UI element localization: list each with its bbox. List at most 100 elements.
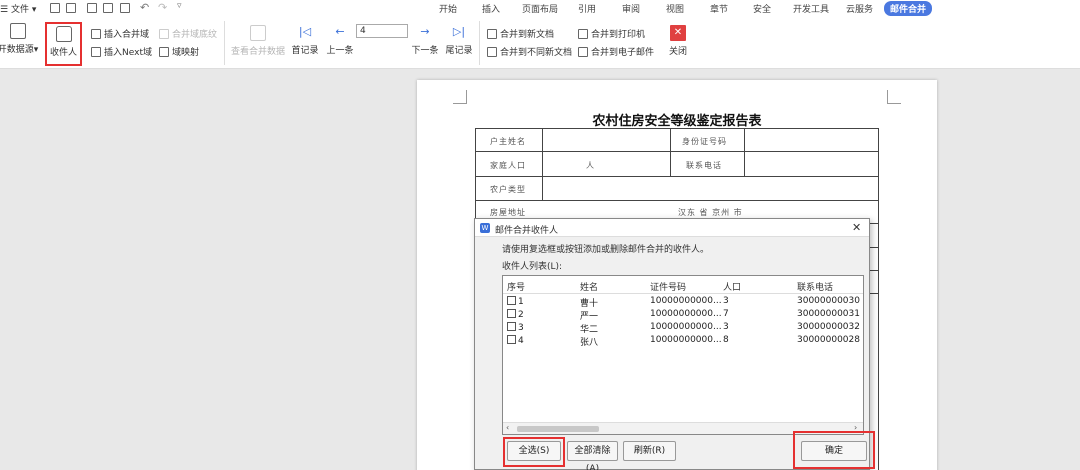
- insert-merge-field-label: 插入合并域: [104, 30, 150, 40]
- row-name: 张八: [580, 338, 599, 348]
- merge-to-new-document-button[interactable]: 合并到新文档: [487, 27, 554, 40]
- household-population-label: 家庭人口: [490, 161, 526, 170]
- dialog-close-icon[interactable]: ✕: [852, 221, 861, 234]
- recipient-row-checkbox[interactable]: 3: [507, 322, 524, 333]
- column-header-phone[interactable]: 联系电话: [797, 280, 833, 293]
- owner-name-label: 户主姓名: [490, 137, 526, 146]
- tab-security[interactable]: 安全: [753, 2, 771, 15]
- tab-sections[interactable]: 章节: [710, 2, 728, 15]
- row-id: 10000000000...: [650, 309, 722, 319]
- row-id: 10000000000...: [650, 296, 722, 306]
- tab-page-layout[interactable]: 页面布局: [522, 2, 558, 15]
- ribbon-separator: [224, 21, 225, 65]
- refresh-button[interactable]: 刷新(R): [623, 441, 676, 461]
- insert-next-field-button[interactable]: 插入Next域: [91, 45, 152, 58]
- row-population: 7: [723, 309, 729, 319]
- scroll-thumb[interactable]: [517, 426, 599, 432]
- recipient-row-checkbox[interactable]: 4: [507, 335, 524, 346]
- open-data-source-button[interactable]: 开数据源▾: [0, 23, 39, 55]
- checkbox[interactable]: [507, 309, 516, 318]
- address-value: 汉东 省 京州 市: [678, 208, 743, 217]
- row-name: 华二: [580, 325, 599, 335]
- tab-insert[interactable]: 插入: [482, 2, 500, 15]
- file-menu-label: 文件: [10, 5, 29, 15]
- print-icon[interactable]: [103, 3, 113, 13]
- row-phone: 30000000031: [797, 309, 860, 319]
- ok-button[interactable]: 确定: [801, 441, 867, 461]
- tab-home[interactable]: 开始: [439, 2, 457, 15]
- column-header-population[interactable]: 人口: [723, 280, 741, 293]
- recipient-list-label: 收件人列表(L):: [502, 262, 563, 272]
- dialog-title-bar: W 邮件合并收件人 ✕: [475, 219, 869, 237]
- recipient-row-checkbox[interactable]: 1: [507, 296, 524, 307]
- select-all-button[interactable]: 全选(S): [507, 441, 561, 461]
- checkbox[interactable]: [507, 335, 516, 344]
- save-icon[interactable]: [66, 3, 76, 13]
- scroll-left-icon[interactable]: ‹: [506, 423, 509, 432]
- last-record-button[interactable]: ▷| 尾记录: [443, 25, 475, 56]
- first-record-icon: |◁: [298, 25, 312, 38]
- file-menu[interactable]: ☰ 文件 ▾: [0, 2, 36, 15]
- header-divider: [503, 293, 863, 294]
- tab-view[interactable]: 视图: [666, 2, 684, 15]
- mapping-icon: [159, 46, 169, 57]
- tab-developer[interactable]: 开发工具: [793, 2, 829, 15]
- first-record-button[interactable]: |◁ 首记录: [290, 25, 320, 56]
- clear-all-button[interactable]: 全部清除(A): [567, 441, 618, 470]
- field-mapping-label: 域映射: [172, 48, 200, 58]
- undo-icon[interactable]: ↶: [140, 1, 149, 14]
- row-population: 3: [723, 322, 729, 332]
- last-record-label: 尾记录: [445, 46, 473, 56]
- open-folder-icon[interactable]: [50, 3, 60, 13]
- tab-review[interactable]: 审阅: [622, 2, 640, 15]
- dialog-title: 邮件合并收件人: [495, 226, 559, 236]
- recipient-row-checkbox[interactable]: 2: [507, 309, 524, 320]
- previous-record-button[interactable]: ← 上一条: [325, 25, 355, 56]
- table-rule: [744, 129, 745, 176]
- merge-to-different-documents-button[interactable]: 合并到不同新文档: [487, 45, 572, 58]
- checkbox[interactable]: [507, 296, 516, 305]
- column-header-no[interactable]: 序号: [507, 280, 525, 293]
- printer-icon: [578, 28, 588, 39]
- app-icon: W: [480, 223, 490, 233]
- data-source-icon: [10, 23, 26, 39]
- checkbox[interactable]: [507, 322, 516, 331]
- merge-to-printer-button[interactable]: 合并到打印机: [578, 27, 645, 40]
- farmer-type-label: 农户类型: [490, 185, 526, 194]
- merge-field-shading-label: 合并域底纹: [172, 30, 218, 40]
- tab-cloud[interactable]: 云服务: [846, 2, 873, 15]
- documents-icon: [487, 46, 497, 57]
- row-number: 4: [518, 336, 524, 346]
- people-unit-label: 人: [586, 161, 595, 170]
- field-mapping-button[interactable]: 域映射: [159, 45, 199, 58]
- hamburger-icon: ☰: [0, 5, 11, 15]
- recipients-button[interactable]: 收件人: [45, 22, 82, 66]
- close-mail-merge-button[interactable]: ✕ 关闭: [664, 25, 692, 57]
- record-number-input[interactable]: 4: [356, 24, 408, 38]
- insert-merge-field-button[interactable]: 插入合并域: [91, 27, 149, 40]
- next-record-button[interactable]: → 下一条: [410, 25, 440, 56]
- next-record-label: 下一条: [411, 46, 439, 56]
- merge-to-printer-label: 合并到打印机: [591, 30, 646, 40]
- redo-icon[interactable]: ↷: [158, 1, 167, 14]
- margin-corner: [887, 90, 901, 104]
- margin-corner: [453, 90, 467, 104]
- merge-field-shading-button[interactable]: 合并域底纹: [159, 27, 217, 40]
- column-header-id[interactable]: 证件号码: [650, 280, 686, 293]
- customize-chevron-icon[interactable]: ▿: [177, 1, 182, 11]
- tab-mail-merge[interactable]: 邮件合并: [884, 1, 933, 16]
- previous-record-label: 上一条: [326, 46, 354, 56]
- view-merged-data-button[interactable]: 查看合并数据: [230, 25, 286, 57]
- merge-to-email-button[interactable]: 合并到电子邮件: [578, 45, 654, 58]
- tab-references[interactable]: 引用: [578, 2, 596, 15]
- print-preview-icon[interactable]: [120, 3, 130, 13]
- recipient-list[interactable]: 序号 姓名 证件号码 人口 联系电话 1 曹十 10000000000... 3…: [502, 275, 864, 435]
- export-pdf-icon[interactable]: [87, 3, 97, 13]
- open-data-source-label: 开数据源: [0, 45, 34, 55]
- ribbon-separator: [479, 21, 480, 65]
- column-header-name[interactable]: 姓名: [580, 280, 598, 293]
- email-icon: [578, 46, 588, 57]
- dialog-instruction: 请使用复选框或按钮添加或删除邮件合并的收件人。: [502, 245, 710, 255]
- row-name: 严一: [580, 312, 599, 322]
- first-record-label: 首记录: [291, 46, 319, 56]
